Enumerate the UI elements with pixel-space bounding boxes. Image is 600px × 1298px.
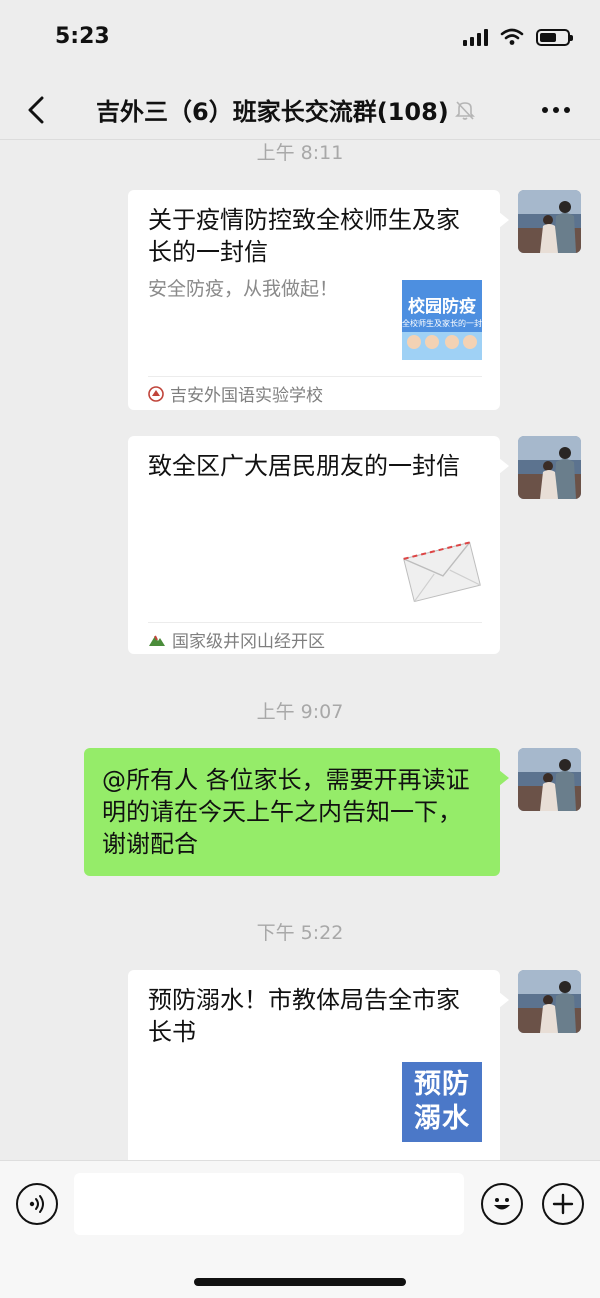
emoji-icon: [494, 1198, 510, 1210]
status-bar: 5:23: [0, 0, 600, 80]
chat-title: 吉外三（6）班家长交流群(108): [96, 98, 449, 126]
signal-icon: [463, 28, 488, 46]
card-thumbnail: 预防溺水: [402, 1062, 482, 1142]
chat-header: 吉外三（6）班家长交流群(108): [0, 80, 600, 140]
message-timestamp: 上午 9:07: [256, 701, 344, 723]
battery-icon: [536, 28, 573, 46]
avatar[interactable]: [518, 970, 581, 1033]
voice-button[interactable]: [16, 1183, 58, 1225]
plus-icon: [552, 1193, 574, 1215]
link-card[interactable]: 关于疫情防控致全校师生及家长的一封信 安全防疫，从我做起！ 校园防疫 全校师生及…: [128, 190, 509, 410]
thumbnail-text: 校园防疫: [408, 297, 476, 317]
card-title: 预防溺水！市教体局告全市家长书: [148, 986, 460, 1046]
battery-level: [540, 32, 556, 42]
link-card[interactable]: 预防溺水！市教体局告全市家长书 预防溺水: [128, 970, 509, 1170]
avatar[interactable]: [518, 436, 581, 499]
bell-off-icon: [454, 100, 475, 120]
message-timestamp: 上午 8:11: [256, 142, 344, 164]
voice-icon: [29, 1195, 44, 1213]
status-time: 5:23: [55, 24, 110, 49]
message-input[interactable]: [74, 1173, 464, 1235]
avatar[interactable]: [518, 748, 581, 811]
card-description: 安全防疫，从我做起！: [148, 278, 339, 300]
input-bar: [0, 1160, 600, 1298]
source-name: 吉安外国语实验学校: [170, 386, 323, 406]
home-indicator[interactable]: [194, 1278, 406, 1286]
emoji-button[interactable]: [481, 1183, 523, 1225]
card-title: 关于疫情防控致全校师生及家长的一封信: [148, 206, 460, 266]
link-card[interactable]: 致全区广大居民朋友的一封信 国家级井冈山经开区: [128, 436, 509, 656]
card-source: 国家级井冈山经开区: [148, 622, 482, 656]
envelope-icon: [402, 528, 482, 608]
chevron-left-icon: [28, 96, 44, 124]
message-timestamp: 下午 5:22: [256, 922, 344, 944]
back-button[interactable]: [18, 90, 54, 130]
card-title: 致全区广大居民朋友的一封信: [148, 452, 460, 480]
card-source: 吉安外国语实验学校: [148, 376, 482, 410]
card-thumbnail: 校园防疫 全校师生及家长的一封: [402, 280, 482, 360]
more-button[interactable]: [536, 92, 576, 128]
status-icons: [463, 28, 573, 46]
plus-button[interactable]: [542, 1183, 584, 1225]
school-logo-icon: [148, 385, 164, 402]
thumbnail-text: 预防溺水: [414, 1069, 470, 1134]
wifi-icon: [500, 28, 524, 45]
text-message-bubble[interactable]: @所有人 各位家长，需要开再读证明的请在今天上午之内告知一下，谢谢配合: [84, 748, 509, 876]
avatar[interactable]: [518, 190, 581, 253]
more-icon: [542, 107, 548, 113]
title-wrap: 吉外三（6）班家长交流群(108): [96, 92, 477, 127]
district-logo-icon: [149, 635, 165, 646]
thumbnail-subtext: 全校师生及家长的一封: [402, 319, 482, 328]
source-name: 国家级井冈山经开区: [172, 632, 325, 652]
